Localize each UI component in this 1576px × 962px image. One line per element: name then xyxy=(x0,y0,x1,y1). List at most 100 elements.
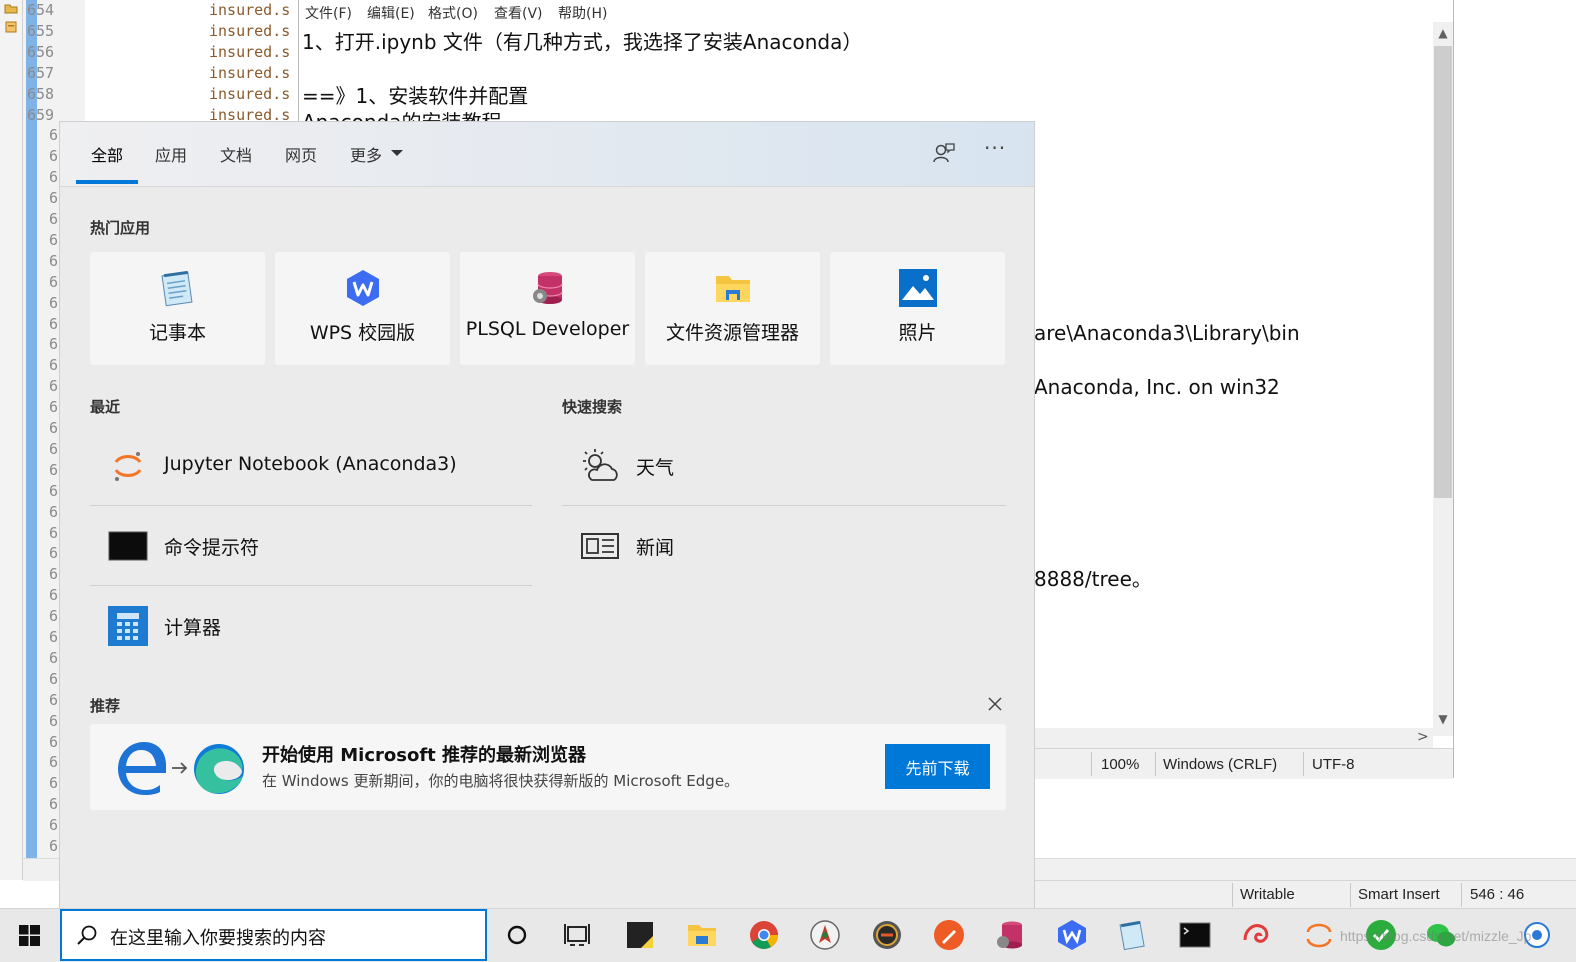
section-quick-search: 快速搜索 xyxy=(562,398,623,416)
chevron-down-icon[interactable] xyxy=(390,148,404,158)
status-separator xyxy=(1350,883,1351,907)
code-line[interactable]: insured.s xyxy=(209,85,290,103)
database-icon[interactable] xyxy=(993,918,1027,952)
taskbar-search-box[interactable]: 在这里输入你要搜索的内容 xyxy=(60,909,487,961)
code-line[interactable]: insured.s xyxy=(209,22,290,40)
menu-file[interactable]: 文件(F) xyxy=(305,3,352,23)
gear-logo-icon[interactable] xyxy=(870,918,904,952)
menu-help[interactable]: 帮助(H) xyxy=(558,3,607,23)
postman-icon[interactable] xyxy=(932,918,966,952)
scroll-up-icon[interactable]: ▲ xyxy=(1433,26,1453,40)
code-line[interactable]: insured.s xyxy=(209,43,290,61)
section-hot-apps: 热门应用 xyxy=(90,219,151,237)
notepad-menubar: 文件(F) 编辑(E) 格式(O) 查看(V) 帮助(H) xyxy=(299,0,1455,22)
search-icon xyxy=(77,925,97,945)
notepad-text-line[interactable]: are\Anaconda3\Library\bin xyxy=(1034,321,1300,345)
recent-item-label: 计算器 xyxy=(164,617,222,639)
menu-view[interactable]: 查看(V) xyxy=(494,3,543,23)
notepad-vertical-scrollbar[interactable]: ▲ ▼ xyxy=(1433,22,1453,736)
notepad-text-line[interactable]: 1、打开.ipynb 文件（有几种方式，我选择了安装Anaconda） xyxy=(302,26,862,55)
editor-statusbar: Writable Smart Insert 546 : 46 xyxy=(1035,880,1576,909)
snail-app-icon[interactable] xyxy=(1240,918,1274,952)
app-card-explorer[interactable]: 文件资源管理器 xyxy=(645,252,820,365)
app-card-label: PLSQL Developer xyxy=(465,318,630,340)
jupyter-icon[interactable] xyxy=(1302,918,1336,952)
recommendation-card[interactable]: 开始使用 Microsoft 推荐的最新浏览器 在 Windows 更新期间，你… xyxy=(90,724,1006,810)
code-line[interactable]: insured.s xyxy=(209,1,290,19)
more-options-icon[interactable]: ··· xyxy=(984,136,1006,160)
tab-web[interactable]: 网页 xyxy=(285,142,317,166)
tab-all[interactable]: 全部 xyxy=(91,142,123,166)
recent-item-jupyter[interactable]: Jupyter Notebook (Anaconda3) xyxy=(90,426,532,504)
section-recommended: 推荐 xyxy=(90,697,121,715)
file-explorer-icon[interactable] xyxy=(685,918,719,952)
recommendation-description: 在 Windows 更新期间，你的电脑将很快获得新版的 Microsoft Ed… xyxy=(262,772,740,790)
menu-format[interactable]: 格式(O) xyxy=(428,3,478,23)
cortana-icon[interactable] xyxy=(500,918,534,952)
notepad-icon[interactable] xyxy=(1116,918,1150,952)
windows-logo-icon xyxy=(19,925,40,946)
scroll-thumb[interactable] xyxy=(1434,46,1452,498)
notepad-text-line[interactable]: Anaconda, Inc. on win32 xyxy=(1034,375,1280,399)
sticky-notes-icon[interactable] xyxy=(623,918,657,952)
chrome-icon[interactable] xyxy=(747,918,781,952)
line-number: 656 xyxy=(27,43,55,61)
task-view-icon[interactable] xyxy=(560,918,594,952)
tab-more[interactable]: 更多 xyxy=(350,142,382,166)
status-separator xyxy=(1091,752,1092,776)
download-button[interactable]: 先前下载 xyxy=(885,744,990,789)
tab-apps[interactable]: 应用 xyxy=(155,142,187,166)
command-prompt-icon[interactable] xyxy=(1178,918,1212,952)
status-cursor-position: 546 : 46 xyxy=(1470,886,1525,903)
active-tab-indicator xyxy=(76,180,138,184)
app-card-label: WPS 校园版 xyxy=(309,322,416,344)
notepad-text-line[interactable]: 8888/tree。 xyxy=(1034,563,1152,592)
recent-item-calculator[interactable]: 计算器 xyxy=(90,586,532,664)
status-encoding: UTF-8 xyxy=(1312,756,1355,773)
app-card-notepad[interactable]: 记事本 xyxy=(90,252,265,365)
taskbar: 在这里输入你要搜索的内容 https://blog.csdn.net/mizzl… xyxy=(0,908,1576,962)
tab-documents[interactable]: 文档 xyxy=(220,142,252,166)
status-zoom: 100% xyxy=(1101,756,1140,773)
jupyter-icon xyxy=(114,452,142,481)
app-emblem-icon[interactable] xyxy=(808,918,842,952)
wps-icon[interactable] xyxy=(1055,918,1089,952)
close-icon[interactable] xyxy=(987,696,1003,712)
line-number: 657 xyxy=(27,64,55,82)
folder-icon[interactable] xyxy=(4,2,18,14)
windows-search-panel: 全部 应用 文档 网页 更多 ··· 热门应用 记事本 WPS 校园版 PLSQ… xyxy=(59,121,1035,911)
start-button[interactable] xyxy=(0,909,60,962)
weather-icon xyxy=(583,449,618,481)
wps-icon xyxy=(347,270,379,306)
recommendation-title: 开始使用 Microsoft 推荐的最新浏览器 xyxy=(262,745,587,766)
feedback-icon[interactable] xyxy=(932,141,956,165)
app-card-photos[interactable]: 照片 xyxy=(830,252,1005,365)
scroll-down-icon[interactable]: ▼ xyxy=(1433,712,1453,726)
calculator-icon xyxy=(108,606,148,646)
quick-search-label: 新闻 xyxy=(636,537,675,559)
app-card-label: 文件资源管理器 xyxy=(665,322,799,344)
edge-upgrade-icon xyxy=(118,742,244,795)
watermark-text: https://blog.csdn.net/mizzle_Jp xyxy=(1340,928,1532,944)
database-icon xyxy=(533,272,563,304)
menu-edit[interactable]: 编辑(E) xyxy=(367,3,415,23)
quick-search-weather[interactable]: 天气 xyxy=(562,426,1006,504)
editor-side-strip xyxy=(0,0,23,880)
status-eol: Windows (CRLF) xyxy=(1163,756,1278,773)
status-separator xyxy=(1232,883,1233,907)
folder-icon xyxy=(716,276,750,302)
change-bar xyxy=(26,0,37,858)
status-writable: Writable xyxy=(1240,886,1295,903)
code-line[interactable]: insured.s xyxy=(209,64,290,82)
search-tabs-bar: 全部 应用 文档 网页 更多 ··· xyxy=(60,122,1034,187)
quick-search-news[interactable]: 新闻 xyxy=(562,506,1006,584)
status-insert-mode: Smart Insert xyxy=(1358,886,1440,903)
app-card-plsql[interactable]: PLSQL Developer xyxy=(460,252,635,365)
notepad-text-line[interactable]: ==》1、安装软件并配置 xyxy=(302,80,528,109)
app-card-wps[interactable]: WPS 校园版 xyxy=(275,252,450,365)
recent-item-cmd[interactable]: 命令提示符 xyxy=(90,506,532,584)
bookmark-icon[interactable] xyxy=(4,20,18,34)
section-recent: 最近 xyxy=(90,398,121,416)
scroll-right-icon[interactable]: > xyxy=(1417,729,1429,745)
line-number: 658 xyxy=(27,85,55,103)
